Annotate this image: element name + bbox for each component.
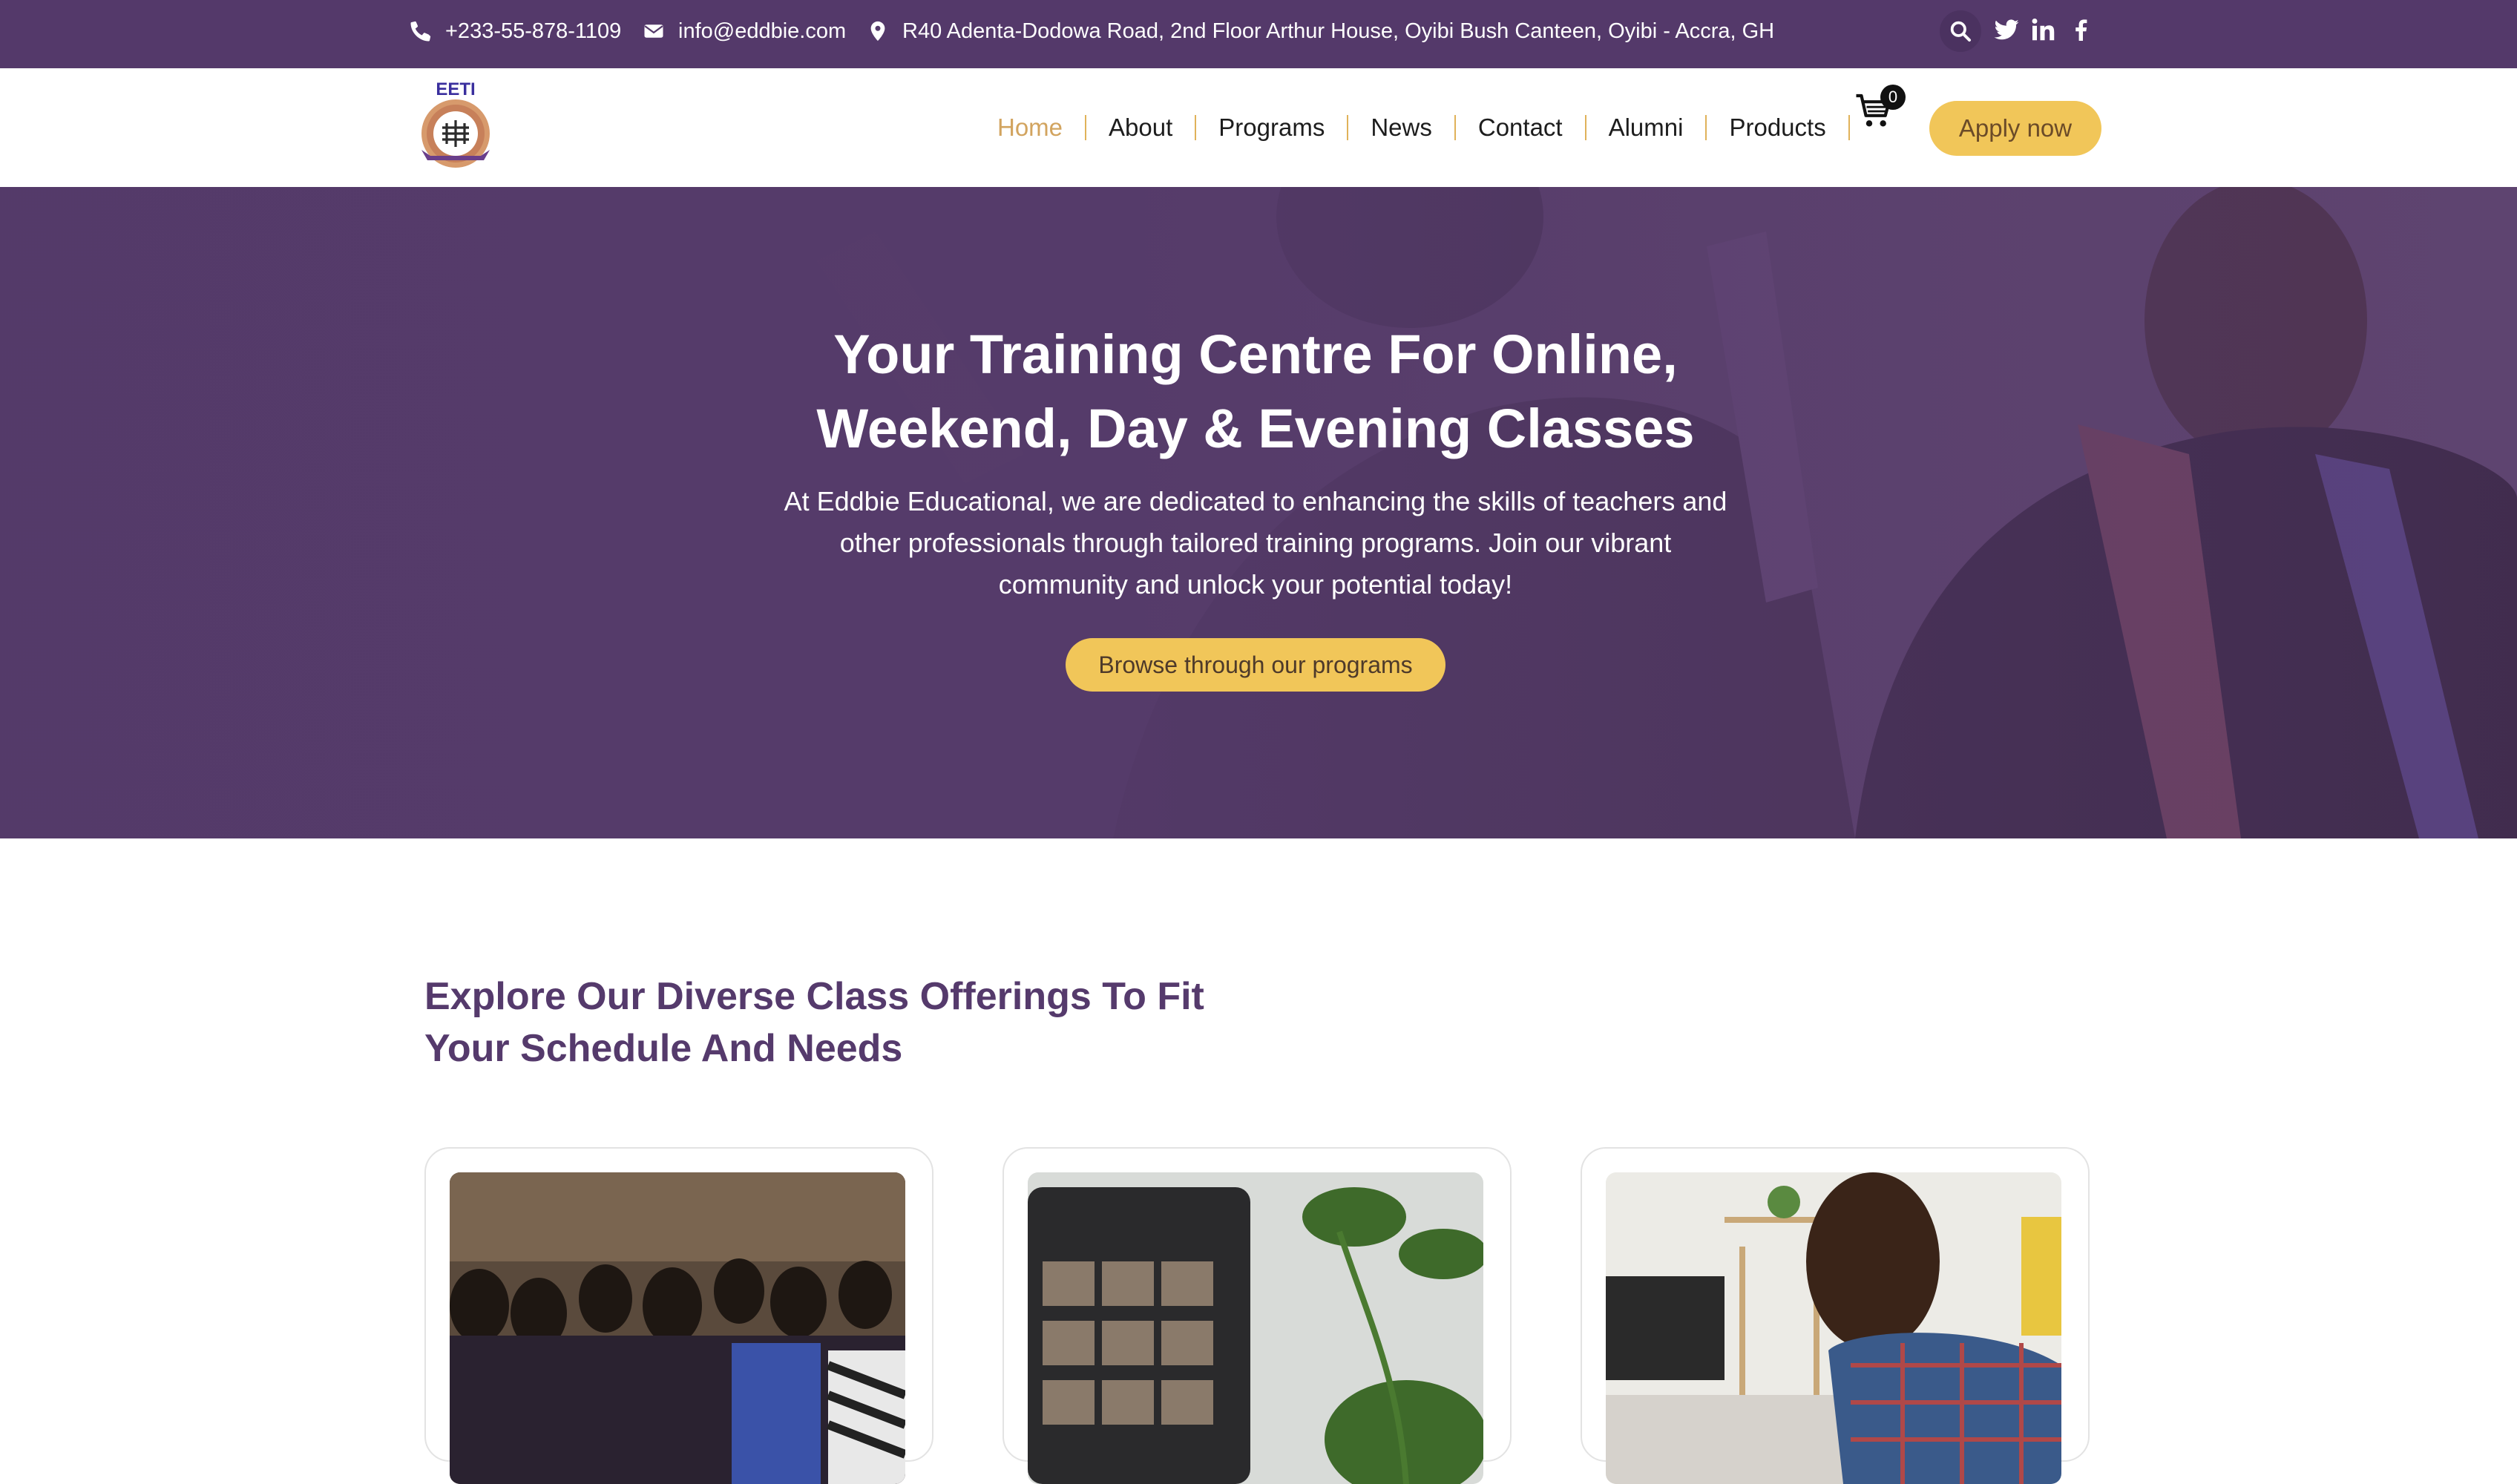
phone-number: +233-55-878-1109 xyxy=(445,19,622,43)
hero-title: Your Training Centre For Online, Weekend… xyxy=(742,318,1769,466)
nav-programs[interactable]: Programs xyxy=(1218,114,1325,142)
hero-banner: Your Training Centre For Online, Weekend… xyxy=(0,187,2517,838)
man-at-laptop-image xyxy=(1606,1172,2061,1484)
top-contact-bar: +233-55-878-1109 info@eddbie.com R40 Ade… xyxy=(0,0,2517,68)
online-video-call-image xyxy=(1028,1172,1483,1484)
nav-contact[interactable]: Contact xyxy=(1478,114,1563,142)
cart-button[interactable]: 0 xyxy=(1854,85,1906,135)
nav-divider xyxy=(1454,115,1456,140)
nav-home[interactable]: Home xyxy=(997,114,1063,142)
map-pin-icon xyxy=(870,21,885,42)
browse-programs-button[interactable]: Browse through our programs xyxy=(1066,638,1445,692)
linkedin-icon[interactable] xyxy=(2030,16,2057,43)
envelope-icon xyxy=(644,24,663,38)
offering-card[interactable] xyxy=(1002,1147,1512,1484)
nav-divider xyxy=(1195,115,1197,140)
students-in-lecture-image xyxy=(450,1172,905,1484)
facebook-icon[interactable] xyxy=(2067,16,2094,43)
svg-text:EETI: EETI xyxy=(436,79,475,99)
email-contact[interactable]: info@eddbie.com xyxy=(643,0,846,62)
search-icon xyxy=(1950,21,1971,42)
hero-title-line-2: Weekend, Day & Evening Classes xyxy=(816,398,1695,459)
twitter-icon[interactable] xyxy=(1993,16,2020,43)
offering-card[interactable] xyxy=(1581,1147,2090,1484)
phone-icon xyxy=(410,21,431,42)
site-header: EETI Home About Programs News Contact Al… xyxy=(0,68,2517,188)
main-navigation: Home About Programs News Contact Alumni … xyxy=(997,107,1872,148)
eeti-logo[interactable]: EETI xyxy=(410,79,502,171)
nav-about[interactable]: About xyxy=(1109,114,1172,142)
hero-title-line-1: Your Training Centre For Online, xyxy=(833,324,1678,385)
search-button[interactable] xyxy=(1940,10,1981,52)
nav-divider xyxy=(1347,115,1349,140)
nav-divider xyxy=(1085,115,1087,140)
nav-divider xyxy=(1848,115,1850,140)
address-text: R40 Adenta-Dodowa Road, 2nd Floor Arthur… xyxy=(902,19,1775,43)
cart-count-badge: 0 xyxy=(1880,85,1906,110)
address-contact[interactable]: R40 Adenta-Dodowa Road, 2nd Floor Arthur… xyxy=(867,0,1774,62)
offering-card[interactable] xyxy=(424,1147,933,1484)
apply-now-button[interactable]: Apply now xyxy=(1929,101,2101,156)
offerings-title: Explore Our Diverse Class Offerings To F… xyxy=(424,971,1315,1074)
email-address: info@eddbie.com xyxy=(678,19,847,43)
nav-divider xyxy=(1584,115,1586,140)
phone-contact[interactable]: +233-55-878-1109 xyxy=(410,0,621,62)
nav-divider xyxy=(1705,115,1707,140)
offerings-title-line-2: Your Schedule And Needs xyxy=(424,1027,903,1070)
nav-alumni[interactable]: Alumni xyxy=(1609,114,1684,142)
offerings-title-line-1: Explore Our Diverse Class Offerings To F… xyxy=(424,975,1204,1018)
hero-description: At Eddbie Educational, we are dedicated … xyxy=(784,486,1727,600)
nav-news[interactable]: News xyxy=(1371,114,1432,142)
nav-products[interactable]: Products xyxy=(1729,114,1825,142)
